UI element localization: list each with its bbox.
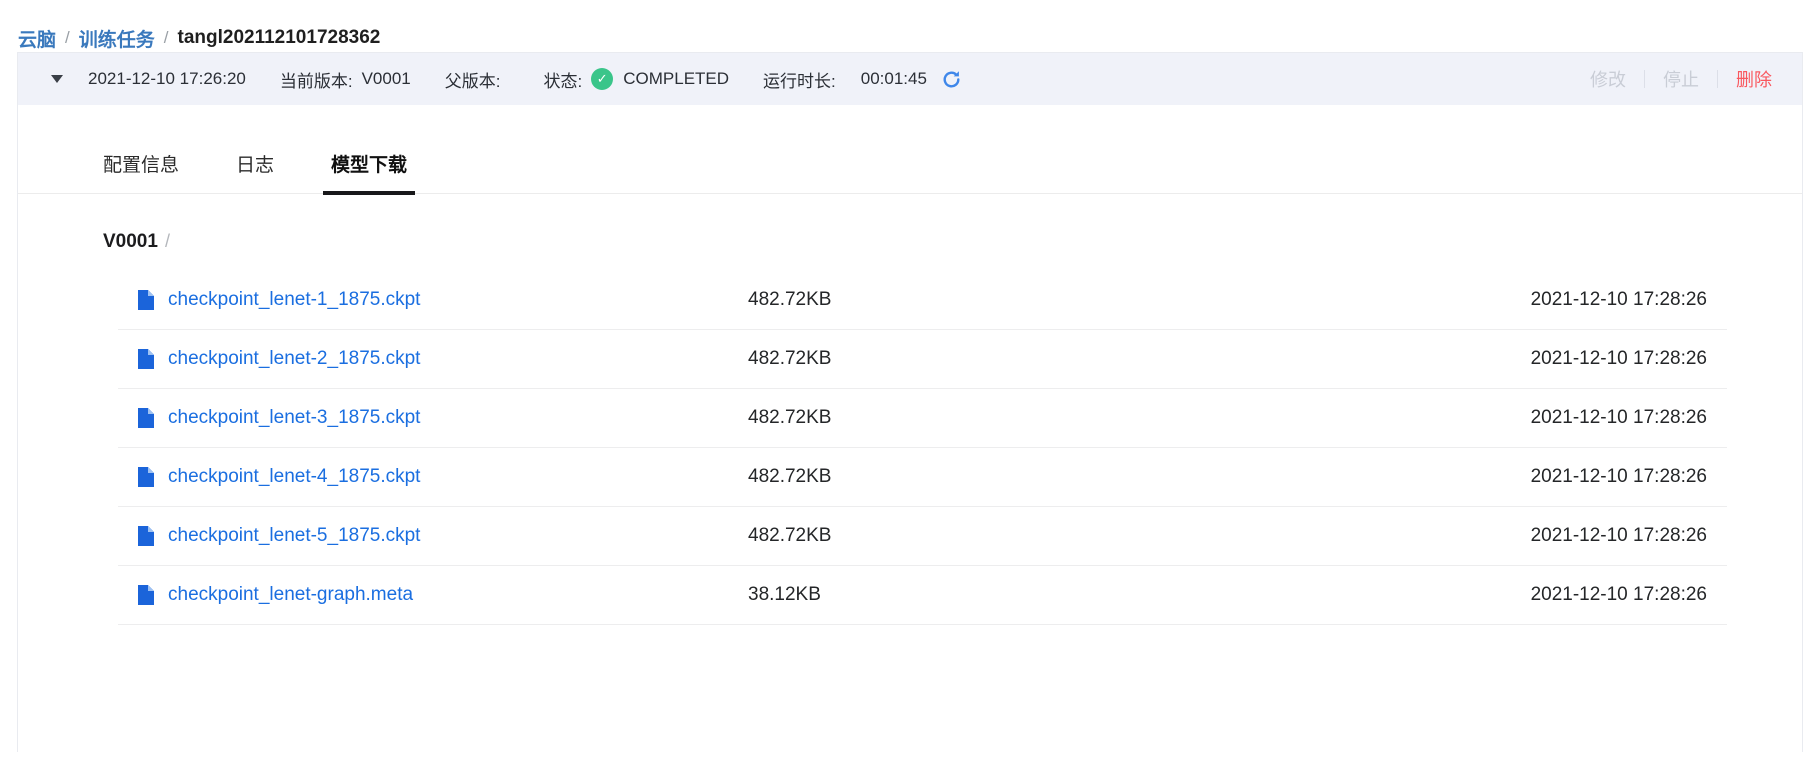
job-created-time: 2021-12-10 17:26:20 [88,69,246,89]
current-version-label: 当前版本: [280,67,353,92]
refresh-icon[interactable] [941,69,962,90]
breadcrumb-current-task: tangl202112101728362 [178,27,381,49]
delete-button[interactable]: 删除 [1718,66,1772,92]
breadcrumb: 云脑 / 训练任务 / tangl202112101728362 [0,0,1819,52]
detail-tabs: 配置信息 日志 模型下载 [18,150,1802,194]
table-row: checkpoint_lenet-1_1875.ckpt 482.72KB 20… [118,271,1727,330]
parent-version-label: 父版本: [445,67,501,92]
stop-button[interactable]: 停止 [1645,66,1717,92]
parent-version-group: 父版本: [445,67,510,92]
file-download-link[interactable]: checkpoint_lenet-graph.meta [168,584,413,606]
file-modified-time: 2021-12-10 17:28:26 [1531,466,1707,488]
file-document-icon [138,526,154,546]
duration-value: 00:01:45 [861,69,927,89]
breadcrumb-separator: / [155,28,178,48]
breadcrumb-link-training-tasks[interactable]: 训练任务 [79,25,155,52]
file-size: 482.72KB [748,348,1531,370]
table-row: checkpoint_lenet-3_1875.ckpt 482.72KB 20… [118,389,1727,448]
file-download-link[interactable]: checkpoint_lenet-1_1875.ckpt [168,289,420,311]
job-version-header: 2021-12-10 17:26:20 当前版本: V0001 父版本: 状态:… [18,53,1802,105]
file-size: 482.72KB [748,466,1531,488]
model-path-separator: / [165,231,170,252]
file-cell: checkpoint_lenet-graph.meta [138,584,748,606]
file-cell: checkpoint_lenet-1_1875.ckpt [138,289,748,311]
file-download-link[interactable]: checkpoint_lenet-5_1875.ckpt [168,525,420,547]
file-modified-time: 2021-12-10 17:28:26 [1531,348,1707,370]
file-document-icon [138,467,154,487]
model-path: V0001 / [103,231,1727,253]
file-modified-time: 2021-12-10 17:28:26 [1531,407,1707,429]
job-detail-card: 2021-12-10 17:26:20 当前版本: V0001 父版本: 状态:… [17,52,1803,752]
file-document-icon [138,290,154,310]
status-label: 状态: [544,67,583,92]
file-cell: checkpoint_lenet-5_1875.ckpt [138,525,748,547]
file-size: 38.12KB [748,584,1531,606]
file-document-icon [138,408,154,428]
file-cell: checkpoint_lenet-2_1875.ckpt [138,348,748,370]
status-value: COMPLETED [623,69,729,89]
check-circle-icon: ✓ [591,68,613,90]
table-row: checkpoint_lenet-4_1875.ckpt 482.72KB 20… [118,448,1727,507]
file-document-icon [138,585,154,605]
file-size: 482.72KB [748,289,1531,311]
job-actions: 修改 停止 删除 [1572,66,1772,92]
table-row: checkpoint_lenet-5_1875.ckpt 482.72KB 20… [118,507,1727,566]
breadcrumb-separator: / [56,28,79,48]
status-group: 状态: ✓ COMPLETED [544,67,730,92]
file-document-icon [138,349,154,369]
file-download-link[interactable]: checkpoint_lenet-3_1875.ckpt [168,407,420,429]
model-file-table: checkpoint_lenet-1_1875.ckpt 482.72KB 20… [118,271,1727,625]
file-size: 482.72KB [748,525,1531,547]
tab-config-info[interactable]: 配置信息 [103,150,179,193]
file-modified-time: 2021-12-10 17:28:26 [1531,525,1707,547]
table-row: checkpoint_lenet-2_1875.ckpt 482.72KB 20… [118,330,1727,389]
breadcrumb-link-cloudbrain[interactable]: 云脑 [18,25,56,52]
file-download-link[interactable]: checkpoint_lenet-4_1875.ckpt [168,466,420,488]
tab-logs[interactable]: 日志 [236,150,274,193]
file-cell: checkpoint_lenet-3_1875.ckpt [138,407,748,429]
file-cell: checkpoint_lenet-4_1875.ckpt [138,466,748,488]
modify-button[interactable]: 修改 [1572,66,1644,92]
caret-down-icon[interactable] [51,75,63,83]
model-path-version[interactable]: V0001 [103,231,158,253]
file-modified-time: 2021-12-10 17:28:26 [1531,289,1707,311]
duration-label: 运行时长: [763,67,836,92]
duration-group: 运行时长: 00:01:45 [763,67,962,92]
file-download-link[interactable]: checkpoint_lenet-2_1875.ckpt [168,348,420,370]
model-download-panel: V0001 / checkpoint_lenet-1_1875.ckpt 482… [18,194,1802,625]
file-modified-time: 2021-12-10 17:28:26 [1531,584,1707,606]
current-version-group: 当前版本: V0001 [280,67,411,92]
current-version-value: V0001 [362,69,411,89]
tab-model-download[interactable]: 模型下载 [331,150,407,193]
file-size: 482.72KB [748,407,1531,429]
table-row: checkpoint_lenet-graph.meta 38.12KB 2021… [118,566,1727,625]
